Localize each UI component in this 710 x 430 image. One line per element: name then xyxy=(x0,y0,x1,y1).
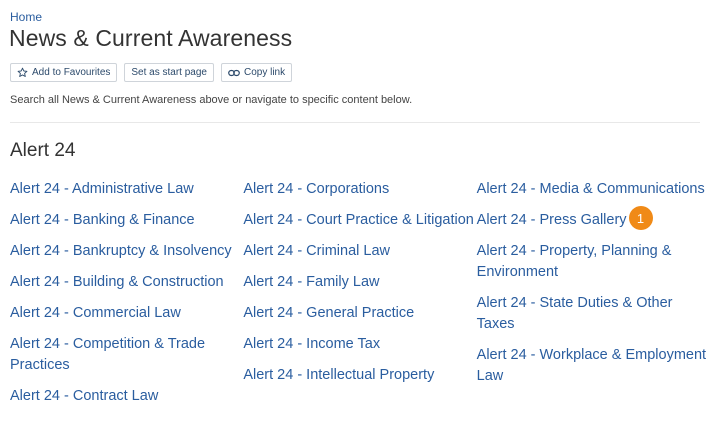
alert-link-press-gallery[interactable]: Alert 24 - Press Gallery xyxy=(477,212,627,228)
press-gallery-row: Alert 24 - Press Gallery 1 xyxy=(477,206,710,231)
alert-link-bankruptcy-insolvency[interactable]: Alert 24 - Bankruptcy & Insolvency xyxy=(10,241,243,262)
set-as-start-page-button[interactable]: Set as start page xyxy=(124,63,214,82)
divider xyxy=(10,122,700,123)
alert-link-banking-finance[interactable]: Alert 24 - Banking & Finance xyxy=(10,210,243,231)
links-column-3: Alert 24 - Media & Communications Alert … xyxy=(477,179,710,407)
alert-link-income-tax[interactable]: Alert 24 - Income Tax xyxy=(243,334,476,355)
breadcrumb-home[interactable]: Home xyxy=(10,10,42,24)
alert-links-grid: Alert 24 - Administrative Law Alert 24 -… xyxy=(10,179,710,407)
alert-link-administrative-law[interactable]: Alert 24 - Administrative Law xyxy=(10,179,243,200)
section-title: Alert 24 xyxy=(10,140,76,161)
alert-link-contract-law[interactable]: Alert 24 - Contract Law xyxy=(10,386,243,407)
notification-badge: 1 xyxy=(628,206,653,230)
link-icon xyxy=(228,68,240,78)
star-icon xyxy=(17,67,28,78)
alert-link-court-practice-litigation[interactable]: Alert 24 - Court Practice & Litigation xyxy=(243,210,476,231)
intro-text: Search all News & Current Awareness abov… xyxy=(10,94,413,106)
alert-link-building-construction[interactable]: Alert 24 - Building & Construction xyxy=(10,272,243,293)
links-column-2: Alert 24 - Corporations Alert 24 - Court… xyxy=(243,179,476,407)
add-to-favourites-button[interactable]: Add to Favourites xyxy=(10,63,118,82)
alert-link-competition-trade-practices[interactable]: Alert 24 - Competition & Trade Practices xyxy=(10,334,243,376)
alert-link-media-communications[interactable]: Alert 24 - Media & Communications xyxy=(477,179,710,200)
page-actions: Add to Favourites Set as start page Copy… xyxy=(10,63,293,82)
alert-link-family-law[interactable]: Alert 24 - Family Law xyxy=(243,272,476,293)
links-column-1: Alert 24 - Administrative Law Alert 24 -… xyxy=(10,179,243,407)
alert-link-state-duties-other-taxes[interactable]: Alert 24 - State Duties & Other Taxes xyxy=(477,293,710,335)
copy-link-button[interactable]: Copy link xyxy=(220,63,293,82)
add-to-favourites-label: Add to Favourites xyxy=(32,67,111,78)
copy-link-label: Copy link xyxy=(243,67,286,78)
page-title: News & Current Awareness xyxy=(9,25,293,51)
alert-link-general-practice[interactable]: Alert 24 - General Practice xyxy=(243,303,476,324)
alert-link-property-planning-environment[interactable]: Alert 24 - Property, Planning & Environm… xyxy=(477,241,710,283)
alert-link-workplace-employment-law[interactable]: Alert 24 - Workplace & Employment Law xyxy=(477,345,710,387)
alert-link-commercial-law[interactable]: Alert 24 - Commercial Law xyxy=(10,303,243,324)
alert-link-intellectual-property[interactable]: Alert 24 - Intellectual Property xyxy=(243,365,476,386)
set-as-start-page-label: Set as start page xyxy=(131,67,207,78)
alert-link-criminal-law[interactable]: Alert 24 - Criminal Law xyxy=(243,241,476,262)
alert-link-corporations[interactable]: Alert 24 - Corporations xyxy=(243,179,476,200)
